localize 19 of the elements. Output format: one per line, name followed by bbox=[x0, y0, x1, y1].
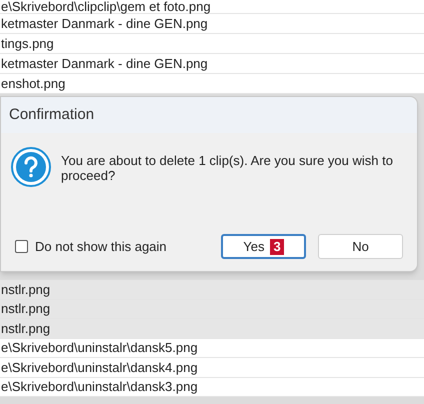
file-path: enshot.png bbox=[1, 74, 66, 93]
file-path: nstlr.png bbox=[1, 300, 50, 318]
file-path: ketmaster Danmark - dine GEN.png bbox=[1, 14, 208, 33]
step-badge: 3 bbox=[270, 238, 284, 254]
dialog-button[interactable]: No bbox=[318, 234, 403, 259]
file-path: e\Skrivebord\uninstalr\dansk4.png bbox=[1, 358, 198, 377]
file-path: e\Skrivebord\uninstalr\dansk3.png bbox=[1, 378, 198, 396]
file-path: e\Skrivebord\uninstalr\dansk5.png bbox=[1, 339, 198, 357]
dialog-button[interactable]: Yes 3 bbox=[221, 234, 306, 259]
checkbox-label: Do not show this again bbox=[35, 238, 167, 256]
file-path: nstlr.png bbox=[1, 320, 50, 338]
file-path: e\Skrivebord\clipclip\gem et foto.png bbox=[1, 0, 211, 13]
file-path: nstlr.png bbox=[1, 280, 50, 299]
file-path: ketmaster Danmark - dine GEN.png bbox=[1, 54, 208, 73]
dialog-title: Confirmation bbox=[9, 104, 94, 125]
question-icon bbox=[11, 147, 51, 187]
file-path: tings.png bbox=[1, 34, 54, 53]
checkbox[interactable] bbox=[15, 240, 28, 253]
dialog-message: You are about to delete 1 clip(s). Are you sure you wish to proceed? bbox=[61, 152, 394, 183]
